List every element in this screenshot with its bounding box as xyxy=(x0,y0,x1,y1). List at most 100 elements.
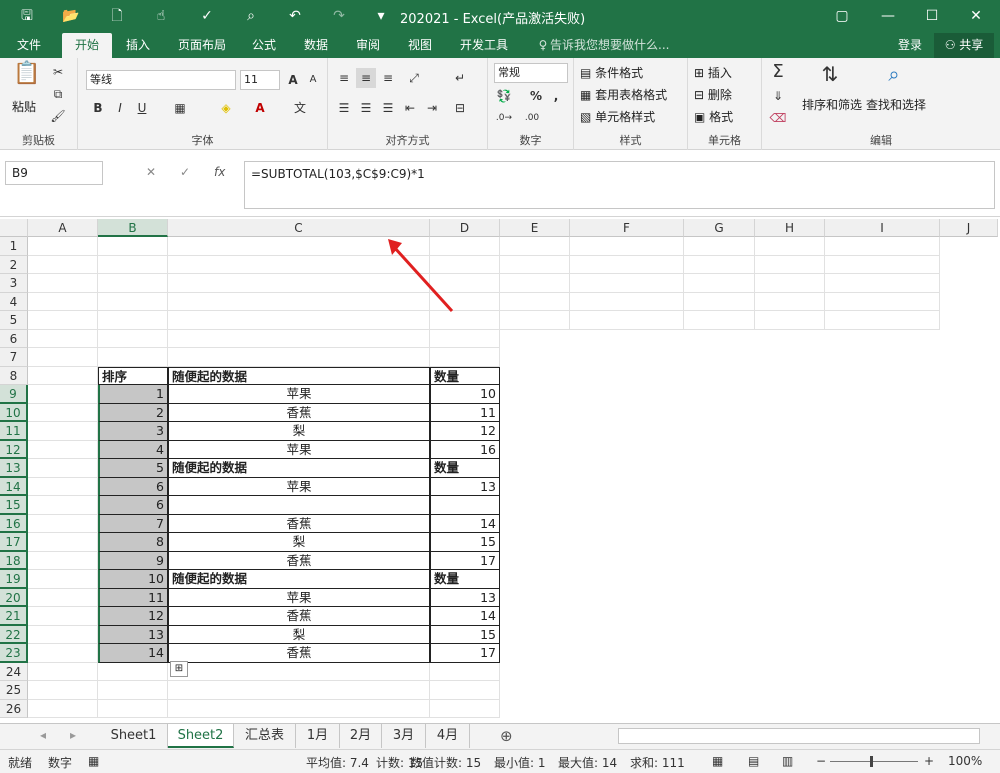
tab-formulas[interactable]: 公式 xyxy=(244,33,284,58)
empty-cell[interactable] xyxy=(825,607,940,626)
table-cell-b[interactable]: 13 xyxy=(98,625,168,644)
empty-cell[interactable] xyxy=(684,274,755,293)
row-header-6[interactable]: 6 xyxy=(0,329,28,348)
empty-cell[interactable] xyxy=(825,385,940,404)
empty-cell[interactable] xyxy=(825,478,940,497)
empty-cell[interactable] xyxy=(825,441,940,460)
empty-cell[interactable] xyxy=(825,459,940,478)
row-header-4[interactable]: 4 xyxy=(0,292,28,311)
empty-cell[interactable] xyxy=(570,459,684,478)
empty-cell[interactable] xyxy=(684,292,755,311)
row-header-18[interactable]: 18 xyxy=(0,551,28,570)
sheet-tab[interactable]: 2月 xyxy=(340,724,382,748)
row-header-20[interactable]: 20 xyxy=(0,588,28,607)
row-header-15[interactable]: 15 xyxy=(0,496,28,515)
new-icon[interactable]: 🗋 xyxy=(106,6,128,26)
select-all-corner[interactable] xyxy=(0,219,28,237)
zoom-out-icon[interactable]: − xyxy=(816,754,826,768)
row-header-3[interactable]: 3 xyxy=(0,274,28,293)
empty-cell[interactable] xyxy=(28,699,98,718)
empty-cell[interactable] xyxy=(755,607,825,626)
empty-cell[interactable] xyxy=(755,533,825,552)
empty-cell[interactable] xyxy=(98,255,168,274)
open-icon[interactable]: 📂 xyxy=(60,6,82,26)
table-cell-c[interactable]: 香蕉 xyxy=(168,644,430,663)
sheet-tab[interactable]: 3月 xyxy=(382,724,426,748)
row-header-19[interactable]: 19 xyxy=(0,570,28,589)
fill-color-icon[interactable]: ◈ xyxy=(216,98,236,118)
empty-cell[interactable] xyxy=(500,330,570,349)
empty-cell[interactable] xyxy=(500,663,570,682)
empty-cell[interactable] xyxy=(570,404,684,423)
sheet-tab[interactable]: 1月 xyxy=(296,724,340,748)
empty-cell[interactable] xyxy=(570,496,684,515)
empty-cell[interactable] xyxy=(825,367,940,386)
close-button[interactable]: ✕ xyxy=(956,4,996,28)
underline-button[interactable]: U xyxy=(132,98,152,118)
row-header-25[interactable]: 25 xyxy=(0,681,28,700)
empty-cell[interactable] xyxy=(28,496,98,515)
increase-decimal-icon[interactable]: .0→ xyxy=(494,108,514,128)
row-header-14[interactable]: 14 xyxy=(0,477,28,496)
fill-icon[interactable]: ⇓ xyxy=(768,86,788,106)
col-header-b[interactable]: B xyxy=(98,219,168,237)
empty-cell[interactable] xyxy=(570,292,684,311)
table-cell-b[interactable]: 8 xyxy=(98,533,168,552)
table-cell-d[interactable] xyxy=(430,496,500,515)
empty-cell[interactable] xyxy=(755,589,825,608)
empty-cell[interactable] xyxy=(684,552,755,571)
conditional-format-button[interactable]: ▤ 条件格式 xyxy=(580,64,643,81)
table-cell-b[interactable]: 5 xyxy=(98,459,168,478)
tab-insert[interactable]: 插入 xyxy=(116,33,160,58)
table-cell-c[interactable]: 苹果 xyxy=(168,440,430,459)
ribbon-display-icon[interactable]: ▢ xyxy=(822,4,862,28)
empty-cell[interactable] xyxy=(500,589,570,608)
align-bottom-icon[interactable]: ≡ xyxy=(378,68,398,88)
empty-cell[interactable] xyxy=(825,404,940,423)
empty-cell[interactable] xyxy=(755,552,825,571)
decrease-decimal-icon[interactable]: .00 xyxy=(522,108,542,128)
empty-cell[interactable] xyxy=(684,367,755,386)
empty-cell[interactable] xyxy=(500,607,570,626)
col-header-g[interactable]: G xyxy=(684,219,755,237)
empty-cell[interactable] xyxy=(28,681,98,700)
empty-cell[interactable] xyxy=(430,348,500,367)
row-header-7[interactable]: 7 xyxy=(0,348,28,367)
table-cell-d[interactable]: 11 xyxy=(430,403,500,422)
empty-cell[interactable] xyxy=(684,644,755,663)
insert-cells-button[interactable]: ⊞ 插入 xyxy=(694,64,732,81)
empty-cell[interactable] xyxy=(684,496,755,515)
empty-cell[interactable] xyxy=(755,478,825,497)
table-cell-c[interactable] xyxy=(168,496,430,515)
cut-icon[interactable]: ✂ xyxy=(48,62,68,82)
empty-cell[interactable] xyxy=(755,292,825,311)
font-size-dropdown[interactable]: 11 xyxy=(240,70,280,90)
empty-cell[interactable] xyxy=(570,311,684,330)
maximize-button[interactable]: ☐ xyxy=(912,4,952,28)
empty-cell[interactable] xyxy=(98,681,168,700)
empty-cell[interactable] xyxy=(98,662,168,681)
empty-cell[interactable] xyxy=(500,348,570,367)
empty-cell[interactable] xyxy=(500,700,570,719)
horizontal-scrollbar[interactable] xyxy=(618,728,980,744)
empty-cell[interactable] xyxy=(98,274,168,293)
empty-cell[interactable] xyxy=(570,441,684,460)
empty-cell[interactable] xyxy=(28,422,98,441)
row-header-17[interactable]: 17 xyxy=(0,533,28,552)
row-header-22[interactable]: 22 xyxy=(0,625,28,644)
empty-cell[interactable] xyxy=(825,496,940,515)
empty-cell[interactable] xyxy=(500,533,570,552)
empty-cell[interactable] xyxy=(168,681,430,700)
empty-cell[interactable] xyxy=(684,589,755,608)
table-cell-b[interactable]: 9 xyxy=(98,551,168,570)
empty-cell[interactable] xyxy=(28,311,98,330)
table-cell-c[interactable]: 苹果 xyxy=(168,477,430,496)
redo-icon[interactable]: ↷ xyxy=(328,6,350,26)
table-cell-d[interactable]: 数量 xyxy=(430,459,500,478)
table-cell-c[interactable]: 梨 xyxy=(168,422,430,441)
merge-center-icon[interactable]: ⊟ xyxy=(450,98,470,118)
empty-cell[interactable] xyxy=(755,385,825,404)
empty-cell[interactable] xyxy=(430,699,500,718)
empty-cell[interactable] xyxy=(500,552,570,571)
empty-cell[interactable] xyxy=(825,681,940,700)
